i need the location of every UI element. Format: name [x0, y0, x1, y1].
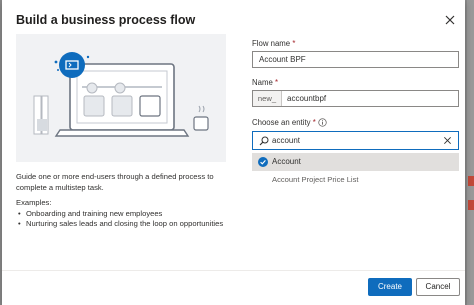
example-item: Onboarding and training new employees [18, 209, 236, 220]
dialog-title: Build a business process flow [16, 13, 196, 27]
dialog-description-block: Guide one or more end-users through a de… [16, 172, 236, 230]
search-icon [259, 136, 269, 146]
build-bpf-dialog: Build a business process flow Guide one … [2, 0, 465, 305]
entity-option-account-project-price-list[interactable]: Account Project Price List [252, 172, 459, 188]
illustration [16, 34, 226, 162]
entity-option-label: Account [272, 157, 301, 166]
background-marker [468, 200, 474, 210]
cancel-button[interactable]: Cancel [416, 278, 460, 296]
create-button[interactable]: Create [368, 278, 412, 296]
dialog-description: Guide one or more end-users through a de… [16, 172, 214, 192]
flow-name-field[interactable]: Account BPF [252, 51, 459, 68]
close-icon[interactable] [442, 12, 458, 28]
name-field[interactable]: new_ accountbpf [252, 90, 459, 107]
entity-option-account[interactable]: Account [252, 153, 459, 171]
entity-search-input[interactable] [272, 133, 432, 148]
entity-search-box[interactable] [252, 131, 459, 150]
info-icon[interactable] [318, 118, 327, 127]
examples-heading: Examples: [16, 198, 52, 207]
background-marker [468, 176, 474, 186]
clear-icon[interactable] [443, 136, 452, 145]
laptop-illustration [33, 52, 209, 137]
background-strip [467, 0, 474, 305]
examples-list: Onboarding and training new employees Nu… [16, 209, 236, 230]
footer-divider [2, 270, 465, 271]
name-prefix: new_ [253, 91, 282, 106]
flow-name-label: Flow name * [252, 39, 296, 48]
example-item: Nurturing sales leads and closing the lo… [18, 219, 236, 230]
entity-label: Choose an entity * [252, 118, 316, 127]
entity-option-label: Account Project Price List [272, 175, 359, 184]
name-label: Name * [252, 78, 279, 87]
check-circle-icon [258, 157, 268, 167]
